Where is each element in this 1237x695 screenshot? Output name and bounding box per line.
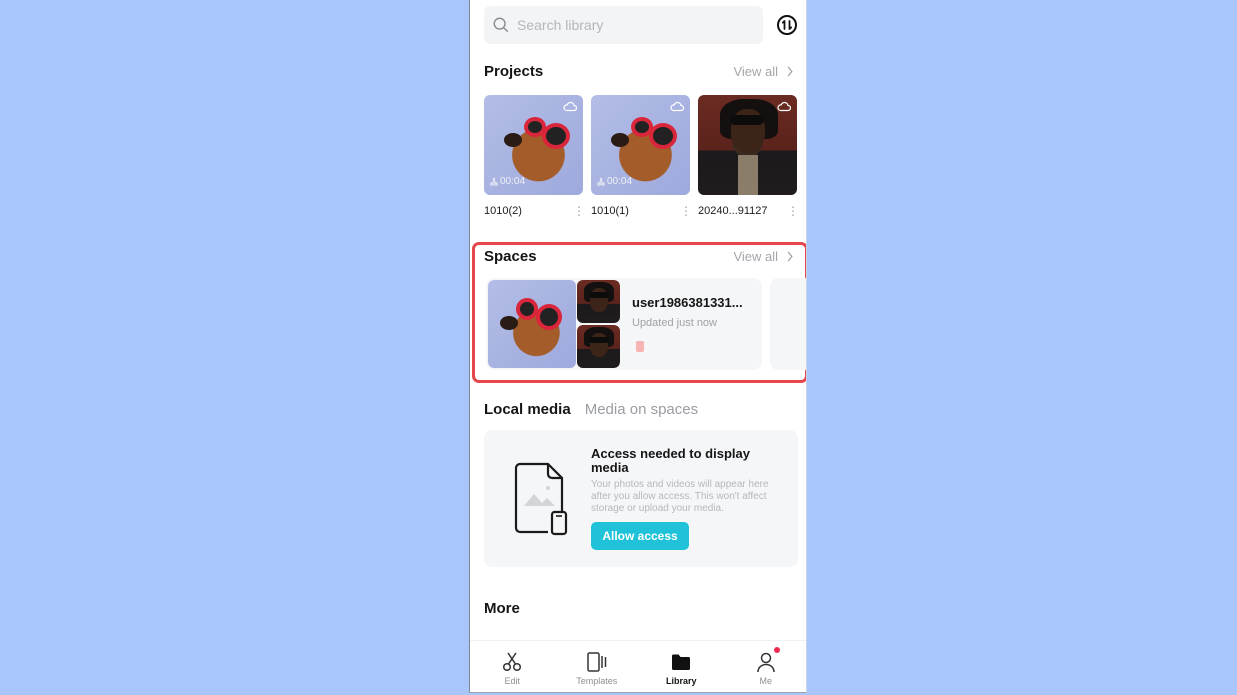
nav-edit[interactable]: Edit <box>470 641 555 692</box>
templates-icon <box>587 652 606 672</box>
sunglasses <box>730 115 764 125</box>
space-updated: Updated just now <box>632 317 717 329</box>
space-thumbnail-main <box>488 280 576 368</box>
search-placeholder: Search library <box>517 17 604 33</box>
nav-library[interactable]: Library <box>639 641 724 692</box>
allow-access-button[interactable]: Allow access <box>591 522 689 550</box>
nav-label: Edit <box>504 676 520 686</box>
cloud-icon <box>777 101 791 112</box>
search-icon <box>493 17 509 33</box>
project-thumbnail[interactable]: 00:04 <box>591 95 690 195</box>
sunglasses <box>589 337 609 343</box>
scissors-icon <box>490 177 498 186</box>
media-tabs: Local media Media on spaces <box>484 401 698 418</box>
project-name: 20240...91127 <box>698 205 768 217</box>
sunglasses <box>589 292 609 298</box>
duration: 00:04 <box>597 176 632 187</box>
duration: 00:04 <box>490 176 525 187</box>
tab-local-media[interactable]: Local media <box>484 401 571 418</box>
phone-screen: Search library Projects View all 00:04 1… <box>469 0 807 693</box>
file-image-phone-icon <box>514 462 568 536</box>
access-card: Access needed to display media Your phot… <box>484 430 798 567</box>
goggle <box>516 298 538 320</box>
more-options-icon[interactable]: ⋮ <box>787 205 799 217</box>
access-title: Access needed to display media <box>591 446 750 475</box>
project-card[interactable]: 20240...91127 ⋮ <box>698 95 799 217</box>
projects-title: Projects <box>484 63 544 80</box>
space-thumbnails <box>488 280 620 368</box>
nav-label: Me <box>759 676 772 686</box>
goggle <box>536 304 562 330</box>
project-card[interactable]: 00:04 1010(2) ⋮ <box>484 95 585 217</box>
duration-text: 00:04 <box>500 176 526 187</box>
more-options-icon[interactable]: ⋮ <box>573 205 585 217</box>
chevron-right-icon <box>787 251 793 262</box>
dog-nose <box>504 133 522 147</box>
space-name: user1986381331... <box>632 295 743 310</box>
space-card[interactable]: user1986381331... Updated just now <box>486 278 762 370</box>
projects-list: 00:04 1010(2) ⋮ 00:04 1010(1) ⋮ 20240...… <box>484 95 799 217</box>
member-avatar-icon <box>636 341 644 352</box>
dog-nose <box>500 316 518 330</box>
cloud-icon <box>563 101 577 112</box>
scissors-icon <box>597 177 605 186</box>
project-name: 1010(1) <box>591 205 629 217</box>
sort-icon[interactable] <box>776 14 798 36</box>
goggle <box>542 123 570 149</box>
notification-dot <box>773 647 780 653</box>
chevron-right-icon <box>787 66 793 77</box>
project-thumbnail[interactable] <box>698 95 797 195</box>
projects-view-all[interactable]: View all <box>733 64 794 79</box>
view-all-label: View all <box>733 64 778 79</box>
search-input[interactable]: Search library <box>484 6 763 44</box>
goggle <box>649 123 677 149</box>
spaces-view-all[interactable]: View all <box>733 249 794 264</box>
project-name: 1010(2) <box>484 205 522 217</box>
space-thumbnail-small <box>577 325 620 368</box>
project-card[interactable]: 00:04 1010(1) ⋮ <box>591 95 692 217</box>
nav-me[interactable]: Me <box>724 641 807 692</box>
tab-media-on-spaces[interactable]: Media on spaces <box>585 401 698 418</box>
scissors-icon <box>503 652 522 672</box>
view-all-label: View all <box>733 249 778 264</box>
spaces-title: Spaces <box>484 248 537 265</box>
access-description: Your photos and videos will appear here … <box>591 479 769 514</box>
project-thumbnail[interactable]: 00:04 <box>484 95 583 195</box>
space-card-partial[interactable] <box>770 278 806 370</box>
more-title: More <box>484 600 520 617</box>
shirt <box>738 155 758 195</box>
nav-label: Templates <box>576 676 618 686</box>
person-icon <box>757 652 775 673</box>
folder-icon <box>672 654 691 670</box>
nav-templates[interactable]: Templates <box>555 641 640 692</box>
space-thumbnail-small <box>577 280 620 323</box>
nav-label: Library <box>665 676 697 686</box>
cloud-icon <box>670 101 684 112</box>
more-options-icon[interactable]: ⋮ <box>680 205 692 217</box>
dog-nose <box>611 133 629 147</box>
bottom-nav: Edit Templates Library Me <box>470 640 807 692</box>
duration-text: 00:04 <box>607 176 633 187</box>
